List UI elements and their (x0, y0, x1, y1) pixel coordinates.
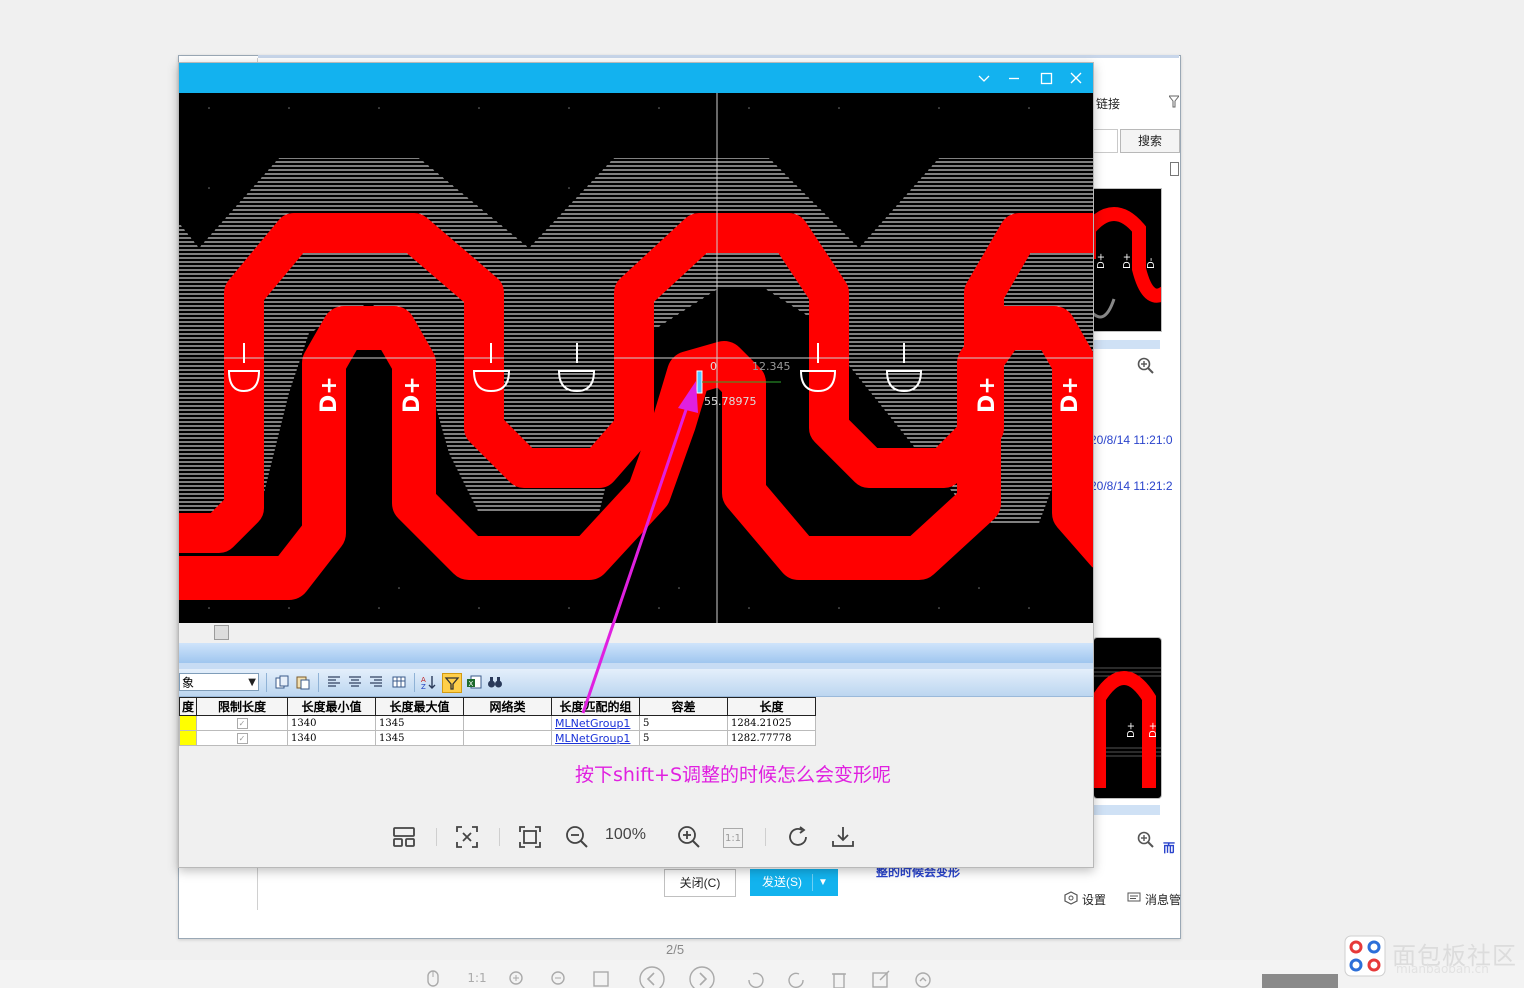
zoom-out-icon[interactable] (564, 824, 590, 850)
toolbar-separator (436, 828, 437, 846)
rotate-left-icon[interactable] (744, 968, 766, 988)
download-icon[interactable] (830, 824, 856, 850)
thumbnail-bar (1093, 805, 1160, 815)
message-icon[interactable] (1127, 891, 1141, 905)
settings-icon[interactable] (1064, 891, 1078, 905)
zoom-in-icon[interactable] (506, 968, 528, 988)
zoom-in-icon[interactable] (1137, 831, 1155, 849)
rotate-right-icon[interactable] (786, 968, 808, 988)
previous-page-icon[interactable] (637, 966, 667, 988)
thumb-label: D+ (1122, 253, 1133, 269)
layout-toggle-icon[interactable] (391, 824, 417, 850)
edit-icon[interactable] (870, 968, 892, 988)
zoom-out-icon[interactable] (548, 968, 570, 988)
close-button[interactable]: 关闭(C) (664, 869, 736, 897)
search-button[interactable]: 搜索 (1120, 129, 1180, 153)
fit-window-icon[interactable] (454, 824, 480, 850)
chat-search-input[interactable] (1093, 129, 1118, 153)
document-icon[interactable] (1170, 162, 1179, 176)
send-button[interactable]: 发送(S) ▼ (750, 869, 838, 896)
thumb-label: D+ (1096, 253, 1107, 269)
fit-icon[interactable] (590, 968, 612, 988)
filter-funnel-icon[interactable] (1169, 95, 1179, 109)
rotate-icon[interactable] (785, 824, 811, 850)
thumbnail-bar (1093, 340, 1160, 349)
message-timestamp: 20/8/14 11:21:2 (1090, 479, 1173, 493)
chat-image-thumbnail-2[interactable]: D+ D+ (1093, 637, 1162, 799)
chevron-down-icon[interactable]: ▼ (818, 869, 828, 896)
fullscreen-icon[interactable] (517, 824, 543, 850)
actual-size-button[interactable]: 1:1 (723, 828, 743, 848)
toolbar-separator (499, 828, 500, 846)
zoom-level: 100% (605, 826, 646, 843)
next-page-icon[interactable] (687, 966, 717, 988)
more-icon[interactable] (912, 968, 934, 988)
settings-label[interactable]: 设置 (1082, 891, 1106, 908)
mouse-icon[interactable] (422, 968, 444, 988)
taskbar-fragment (1262, 974, 1338, 988)
side-link[interactable]: 而 (1163, 839, 1175, 856)
actual-size-button[interactable]: 1:1 (464, 968, 490, 988)
toolbar-separator (765, 828, 766, 846)
annotation-caption: 按下shift+S调整的时候怎么会变形呢 (575, 764, 892, 786)
thumb-label: D- (1146, 257, 1157, 269)
zoom-in-icon[interactable] (676, 824, 702, 850)
page-indicator: 2/5 (666, 942, 685, 957)
image-viewer-window: D+ D+ D+ D+ 0 12.345 55.78975 象 ▼ AZ X 度… (178, 62, 1094, 868)
thumb-label: D+ (1148, 722, 1159, 738)
zoom-in-icon[interactable] (1137, 357, 1155, 375)
brand-logo (1344, 935, 1386, 977)
link-label[interactable]: 链接 (1096, 95, 1120, 112)
send-label: 发送(S) (762, 875, 802, 889)
message-manager-label[interactable]: 消息管 (1145, 891, 1181, 908)
message-timestamp: 20/8/14 11:21:0 (1090, 433, 1173, 447)
delete-icon[interactable] (828, 968, 850, 988)
send-divider (812, 874, 813, 891)
chat-image-thumbnail-1[interactable]: D+ D+ D- (1093, 188, 1162, 332)
annotation-arrow (581, 381, 698, 714)
thumb-label: D+ (1126, 722, 1137, 738)
brand-domain: mianbaoban.cn (1396, 962, 1489, 976)
